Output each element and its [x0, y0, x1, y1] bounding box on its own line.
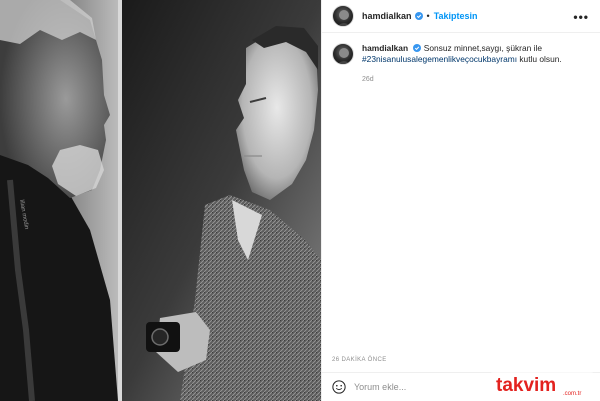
post-photo[interactable]: lilian modin: [0, 0, 321, 401]
caption-avatar[interactable]: [332, 43, 354, 65]
comment-input[interactable]: [354, 382, 504, 392]
emoji-icon[interactable]: [332, 380, 346, 394]
caption-comment: hamdialkan Sonsuz minnet,saygı, şükran i…: [332, 43, 592, 65]
caption-avatar-image: [337, 48, 351, 64]
post-timestamp[interactable]: 26 DAKİKA ÖNCE: [332, 357, 387, 363]
post-image: lilian modin: [0, 0, 321, 401]
avatar[interactable]: [332, 5, 354, 27]
post-header: hamdialkan • Takiptesin •••: [322, 0, 600, 33]
more-options-icon[interactable]: •••: [573, 10, 589, 24]
caption-text-part2: kutlu olsun.: [519, 54, 562, 64]
verified-badge-icon: [413, 44, 422, 52]
comment-age: 26d: [362, 76, 374, 83]
caption-username-link[interactable]: hamdialkan: [362, 43, 408, 53]
watermark-domain: .com.tr: [563, 391, 581, 397]
hashtag-link[interactable]: #23nisanulusalegemenlikveçocukbayramı: [362, 54, 517, 64]
post-side-panel: hamdialkan • Takiptesin ••• hamdialkan S…: [321, 0, 600, 401]
takvim-logo-watermark: takvim .com.tr: [490, 372, 594, 397]
following-button[interactable]: Takiptesin: [434, 11, 478, 21]
username-link[interactable]: hamdialkan: [362, 11, 412, 21]
caption-text: hamdialkan Sonsuz minnet,saygı, şükran i…: [362, 43, 582, 65]
separator-dot: •: [426, 11, 430, 21]
avatar-image: [337, 10, 351, 26]
caption-text-part1: Sonsuz minnet,saygı, şükran ile: [423, 43, 542, 53]
verified-badge-icon: [414, 12, 423, 20]
watermark-brand: takvim: [496, 375, 556, 396]
